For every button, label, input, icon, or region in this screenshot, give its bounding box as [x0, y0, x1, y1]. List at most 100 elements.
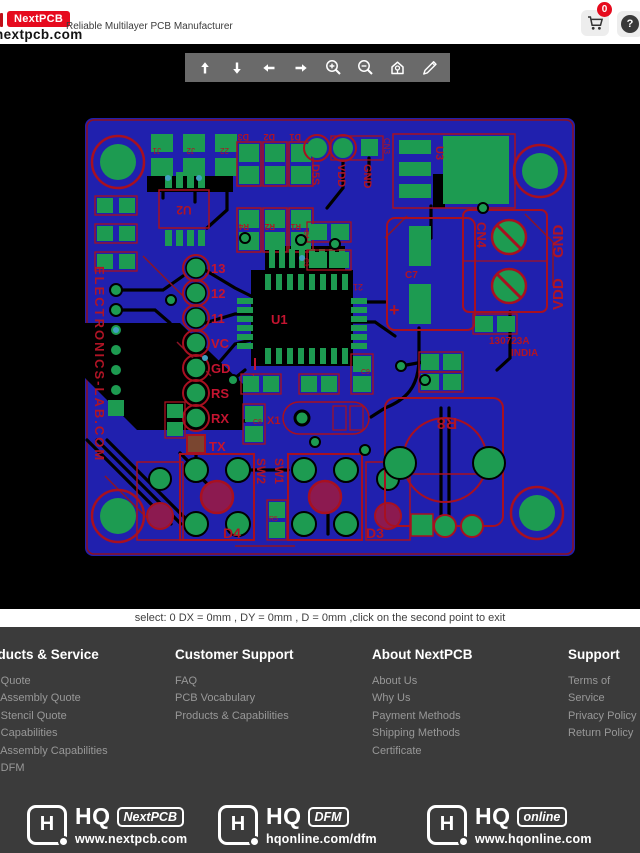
footer-link[interactable]: Privacy Policy [568, 708, 640, 725]
svg-text:22: 22 [220, 146, 229, 155]
zoom-out-button[interactable] [354, 56, 378, 80]
hq-online-logo: H HQ online www.hqonline.com [427, 803, 592, 847]
hq-dfm-logo: H HQ DFM hqonline.com/dfm [218, 803, 377, 847]
cart-icon [587, 16, 603, 30]
svg-text:13: 13 [211, 261, 225, 276]
svg-text:+: + [389, 300, 400, 320]
svg-text:X1: X1 [267, 415, 280, 427]
svg-text:U3: U3 [433, 146, 445, 160]
svg-text:CN3: CN3 [382, 138, 391, 155]
footer-link[interactable]: Products & Capabilities [175, 708, 375, 725]
footer-link[interactable]: Payment Methods [372, 708, 572, 725]
help-icon: ? [621, 15, 639, 33]
svg-text:J2: J2 [186, 146, 195, 155]
help-button[interactable]: ? [617, 11, 640, 37]
svg-text:D1: D1 [289, 132, 301, 142]
hq-url: hqonline.com/dfm [266, 832, 377, 846]
hq-brand: HQ [266, 803, 302, 829]
footer-link[interactable]: About Us [372, 673, 572, 690]
footer-link[interactable]: Return Policy [568, 725, 640, 742]
svg-text:C8: C8 [253, 419, 262, 426]
pan-right-button[interactable] [289, 56, 313, 80]
measurement-status-bar: select: 0 DX = 0mm , DY = 0mm , D = 0mm … [0, 609, 640, 627]
footer-link[interactable]: Shipping Methods [372, 725, 572, 742]
svg-text:U2: U2 [176, 203, 192, 217]
svg-text:R8: R8 [437, 414, 458, 431]
zoom-out-icon [358, 60, 373, 75]
svg-text:R4: R4 [238, 222, 249, 231]
svg-text:R2: R2 [264, 222, 275, 231]
svg-text:RS: RS [211, 386, 229, 401]
footer-link[interactable]: PCB Vocabulary [175, 690, 375, 707]
svg-text:D2: D2 [263, 132, 275, 142]
pan-left-button[interactable] [257, 56, 281, 80]
svg-text:130723A: 130723A [489, 336, 530, 347]
svg-text:R1: R1 [290, 222, 301, 231]
hq-brand: HQ [475, 803, 511, 829]
svg-text:VC: VC [211, 336, 230, 351]
hq-url: www.hqonline.com [475, 832, 592, 846]
footer-link[interactable]: FAQ [175, 673, 375, 690]
viewer-canvas[interactable]: J1 J2 22 D3 D2 D1 R4 R2 R1 U2 ELECTRONIC… [0, 44, 640, 609]
footer-col-products: Products & Service PCB Quote PCB Assembl… [0, 647, 175, 777]
arrow-left-icon [263, 63, 275, 72]
u3-regulator: U3 [392, 133, 516, 209]
footer-link[interactable]: Why Us [372, 690, 572, 707]
svg-text:VDD: VDD [550, 278, 567, 310]
footer-link[interactable]: PCB Assembly Capabilities [0, 743, 175, 760]
footer-link[interactable]: Certificate [372, 743, 572, 760]
arrow-up-icon [201, 61, 209, 73]
hq-h-icon: H [427, 804, 469, 847]
pcb-viewer-page: NextPCB nextpcb.com Reliable Multilayer … [0, 0, 640, 853]
footer: Products & Service PCB Quote PCB Assembl… [0, 627, 640, 853]
svg-text:R5: R5 [269, 516, 278, 523]
svg-text:D5S: D5S [309, 164, 321, 185]
footer-link[interactable]: Free DFM [0, 760, 175, 777]
hq-h-icon: H [218, 804, 260, 847]
cart-count-badge: 0 [597, 2, 612, 17]
footer-heading: Support [568, 647, 620, 662]
pcb-board-image[interactable]: J1 J2 22 D3 D2 D1 R4 R2 R1 U2 ELECTRONIC… [85, 118, 575, 556]
hq-badge: NextPCB [116, 806, 184, 827]
home-view-button[interactable] [386, 56, 410, 80]
svg-text:GD: GD [211, 361, 231, 376]
svg-text:D3: D3 [237, 132, 249, 142]
header-tagline: Reliable Multilayer PCB Manufacturer [66, 21, 233, 32]
logo-bubble-icon [0, 13, 3, 27]
svg-text:SW1: SW1 [272, 458, 286, 484]
svg-text:VDD: VDD [335, 164, 347, 187]
svg-text:C7: C7 [405, 270, 418, 281]
footer-link[interactable]: PCB Stencil Quote [0, 708, 175, 725]
footer-link[interactable]: PCB Assembly Quote [0, 690, 175, 707]
svg-text:D4: D4 [223, 525, 241, 541]
nextpcb-logo[interactable]: NextPCB [7, 11, 71, 27]
svg-text:GND: GND [361, 164, 373, 189]
svg-text:12: 12 [211, 286, 225, 301]
pan-down-button[interactable] [225, 56, 249, 80]
board-credit-text: ELECTRONICS-LAB.COM [92, 266, 107, 462]
hq-badge: online [516, 806, 568, 827]
svg-text:21: 21 [353, 282, 363, 292]
footer-col-about: About NextPCB About Us Why Us Payment Me… [372, 647, 572, 760]
pencil-icon [423, 61, 438, 75]
footer-link[interactable]: PCB Capabilities [0, 725, 175, 742]
footer-col-support: Support Terms of Service Privacy Policy … [568, 647, 640, 743]
svg-text:C9: C9 [361, 369, 370, 376]
hq-badge: DFM [307, 806, 349, 827]
header: NextPCB nextpcb.com Reliable Multilayer … [0, 0, 640, 44]
arrow-down-icon [233, 62, 242, 74]
svg-text:SW2: SW2 [254, 458, 268, 484]
footer-col-customer-support: Customer Support FAQ PCB Vocabulary Prod… [175, 647, 375, 725]
footer-link[interactable]: Terms of Service [568, 673, 640, 708]
footer-link[interactable]: PCB Quote [0, 673, 175, 690]
footer-heading: Customer Support [175, 647, 294, 662]
footer-heading: About NextPCB [372, 647, 473, 662]
hq-h-icon: H [27, 804, 69, 847]
zoom-in-icon [326, 60, 341, 75]
zoom-in-button[interactable] [322, 56, 346, 80]
svg-text:INDIA: INDIA [511, 348, 538, 359]
svg-text:U1: U1 [271, 312, 288, 327]
svg-text:RX: RX [211, 411, 229, 426]
pan-up-button[interactable] [193, 56, 217, 80]
measure-button[interactable] [418, 56, 442, 80]
